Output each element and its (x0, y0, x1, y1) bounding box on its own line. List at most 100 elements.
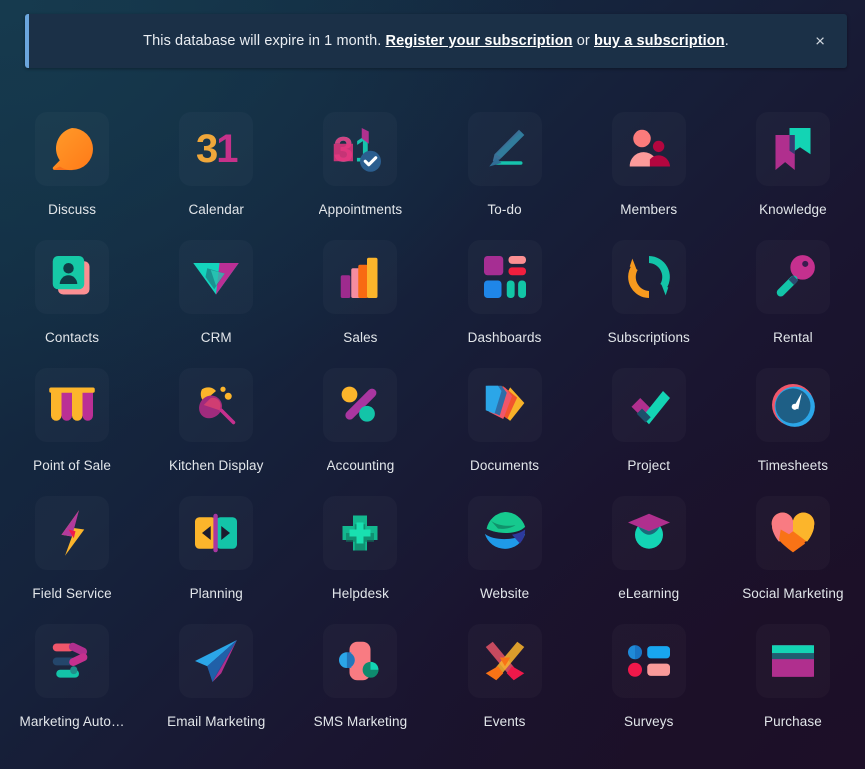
app-sms-marketing[interactable]: SMS Marketing (288, 620, 432, 735)
app-appointments[interactable]: 313 Appointments (288, 108, 432, 223)
register-subscription-link[interactable]: Register your subscription (386, 33, 573, 49)
marketing-automation-icon[interactable] (35, 624, 109, 698)
app-crm[interactable]: CRM (144, 236, 288, 351)
app-documents[interactable]: Documents (433, 364, 577, 479)
app-dashboards[interactable]: Dashboards (433, 236, 577, 351)
buy-subscription-link[interactable]: buy a subscription (594, 33, 725, 49)
app-project[interactable]: Project (577, 364, 721, 479)
app-label: Project (627, 458, 671, 473)
dashboards-icon[interactable] (468, 240, 542, 314)
app-helpdesk[interactable]: Helpdesk (288, 492, 432, 607)
app-field-service[interactable]: Field Service (0, 492, 144, 607)
sms-marketing-icon[interactable] (323, 624, 397, 698)
subscriptions-icon[interactable] (612, 240, 686, 314)
app-planning[interactable]: Planning (144, 492, 288, 607)
app-label: Marketing Auto… (19, 714, 125, 729)
planning-icon[interactable] (179, 496, 253, 570)
app-label: Documents (469, 458, 540, 473)
sales-icon[interactable] (323, 240, 397, 314)
knowledge-icon[interactable] (756, 112, 830, 186)
members-icon[interactable] (612, 112, 686, 186)
app-label: CRM (200, 330, 232, 345)
app-calendar[interactable]: 31 Calendar (144, 108, 288, 223)
app-label: Contacts (45, 330, 100, 345)
app-sales[interactable]: Sales (288, 236, 432, 351)
app-to-do[interactable]: To-do (433, 108, 577, 223)
app-label: Email Marketing (167, 714, 266, 729)
app-purchase[interactable]: Purchase (721, 620, 865, 735)
events-icon[interactable] (468, 624, 542, 698)
app-label: Field Service (32, 586, 112, 601)
app-contacts[interactable]: Contacts (0, 236, 144, 351)
kitchen-display-icon[interactable] (179, 368, 253, 442)
app-label: Members (620, 202, 678, 217)
app-label: Appointments (318, 202, 403, 217)
discuss-icon[interactable] (35, 112, 109, 186)
todo-icon[interactable] (468, 112, 542, 186)
close-icon[interactable]: × (809, 29, 831, 54)
website-icon[interactable] (468, 496, 542, 570)
elearning-icon[interactable] (612, 496, 686, 570)
app-email-marketing[interactable]: Email Marketing (144, 620, 288, 735)
app-social-marketing[interactable]: Social Marketing (721, 492, 865, 607)
app-label: Subscriptions (607, 330, 690, 345)
project-icon[interactable] (612, 368, 686, 442)
banner-message-prefix: This database will expire in 1 month. (143, 33, 386, 49)
app-label: Events (483, 714, 526, 729)
app-marketing-auto[interactable]: Marketing Auto… (0, 620, 144, 735)
app-label: eLearning (618, 586, 680, 601)
app-label: Point of Sale (33, 458, 111, 473)
email-marketing-icon[interactable] (179, 624, 253, 698)
banner-message-middle: or (572, 33, 594, 49)
app-label: Knowledge (759, 202, 827, 217)
app-subscriptions[interactable]: Subscriptions (577, 236, 721, 351)
app-label: Social Marketing (742, 586, 844, 601)
contacts-icon[interactable] (35, 240, 109, 314)
surveys-icon[interactable] (612, 624, 686, 698)
expiration-banner: This database will expire in 1 month. Re… (25, 14, 847, 68)
app-label: Website (479, 586, 530, 601)
app-label: Calendar (188, 202, 245, 217)
app-label: Rental (773, 330, 813, 345)
appointments-icon[interactable]: 313 (323, 112, 397, 186)
app-label: Kitchen Display (168, 458, 264, 473)
app-label: To-do (487, 202, 522, 217)
accounting-icon[interactable] (323, 368, 397, 442)
timesheets-icon[interactable] (756, 368, 830, 442)
app-label: Dashboards (467, 330, 542, 345)
point-of-sale-icon[interactable] (35, 368, 109, 442)
app-accounting[interactable]: Accounting (288, 364, 432, 479)
svg-text:3: 3 (334, 130, 353, 169)
app-elearning[interactable]: eLearning (577, 492, 721, 607)
app-timesheets[interactable]: Timesheets (721, 364, 865, 479)
app-knowledge[interactable]: Knowledge (721, 108, 865, 223)
banner-message: This database will expire in 1 month. Re… (143, 33, 729, 49)
field-service-icon[interactable] (35, 496, 109, 570)
purchase-icon[interactable] (756, 624, 830, 698)
app-label: Helpdesk (331, 586, 389, 601)
app-events[interactable]: Events (433, 620, 577, 735)
app-members[interactable]: Members (577, 108, 721, 223)
social-marketing-icon[interactable] (756, 496, 830, 570)
app-surveys[interactable]: Surveys (577, 620, 721, 735)
app-label: Sales (343, 330, 378, 345)
app-label: SMS Marketing (313, 714, 408, 729)
app-label: Accounting (326, 458, 395, 473)
banner-body: This database will expire in 1 month. Re… (25, 14, 847, 68)
app-rental[interactable]: Rental (721, 236, 865, 351)
crm-icon[interactable] (179, 240, 253, 314)
app-website[interactable]: Website (433, 492, 577, 607)
app-kitchen-display[interactable]: Kitchen Display (144, 364, 288, 479)
app-label: Surveys (624, 714, 674, 729)
app-label: Timesheets (757, 458, 829, 473)
calendar-icon[interactable]: 31 (179, 112, 253, 186)
rental-icon[interactable] (756, 240, 830, 314)
app-discuss[interactable]: Discuss (0, 108, 144, 223)
app-label: Purchase (763, 714, 822, 729)
app-point-of-sale[interactable]: Point of Sale (0, 364, 144, 479)
app-label: Planning (189, 586, 243, 601)
documents-icon[interactable] (468, 368, 542, 442)
app-grid: Discuss 31 Calendar 313 Appointments To-do Mem… (0, 108, 865, 735)
helpdesk-icon[interactable] (323, 496, 397, 570)
app-label: Discuss (48, 202, 97, 217)
